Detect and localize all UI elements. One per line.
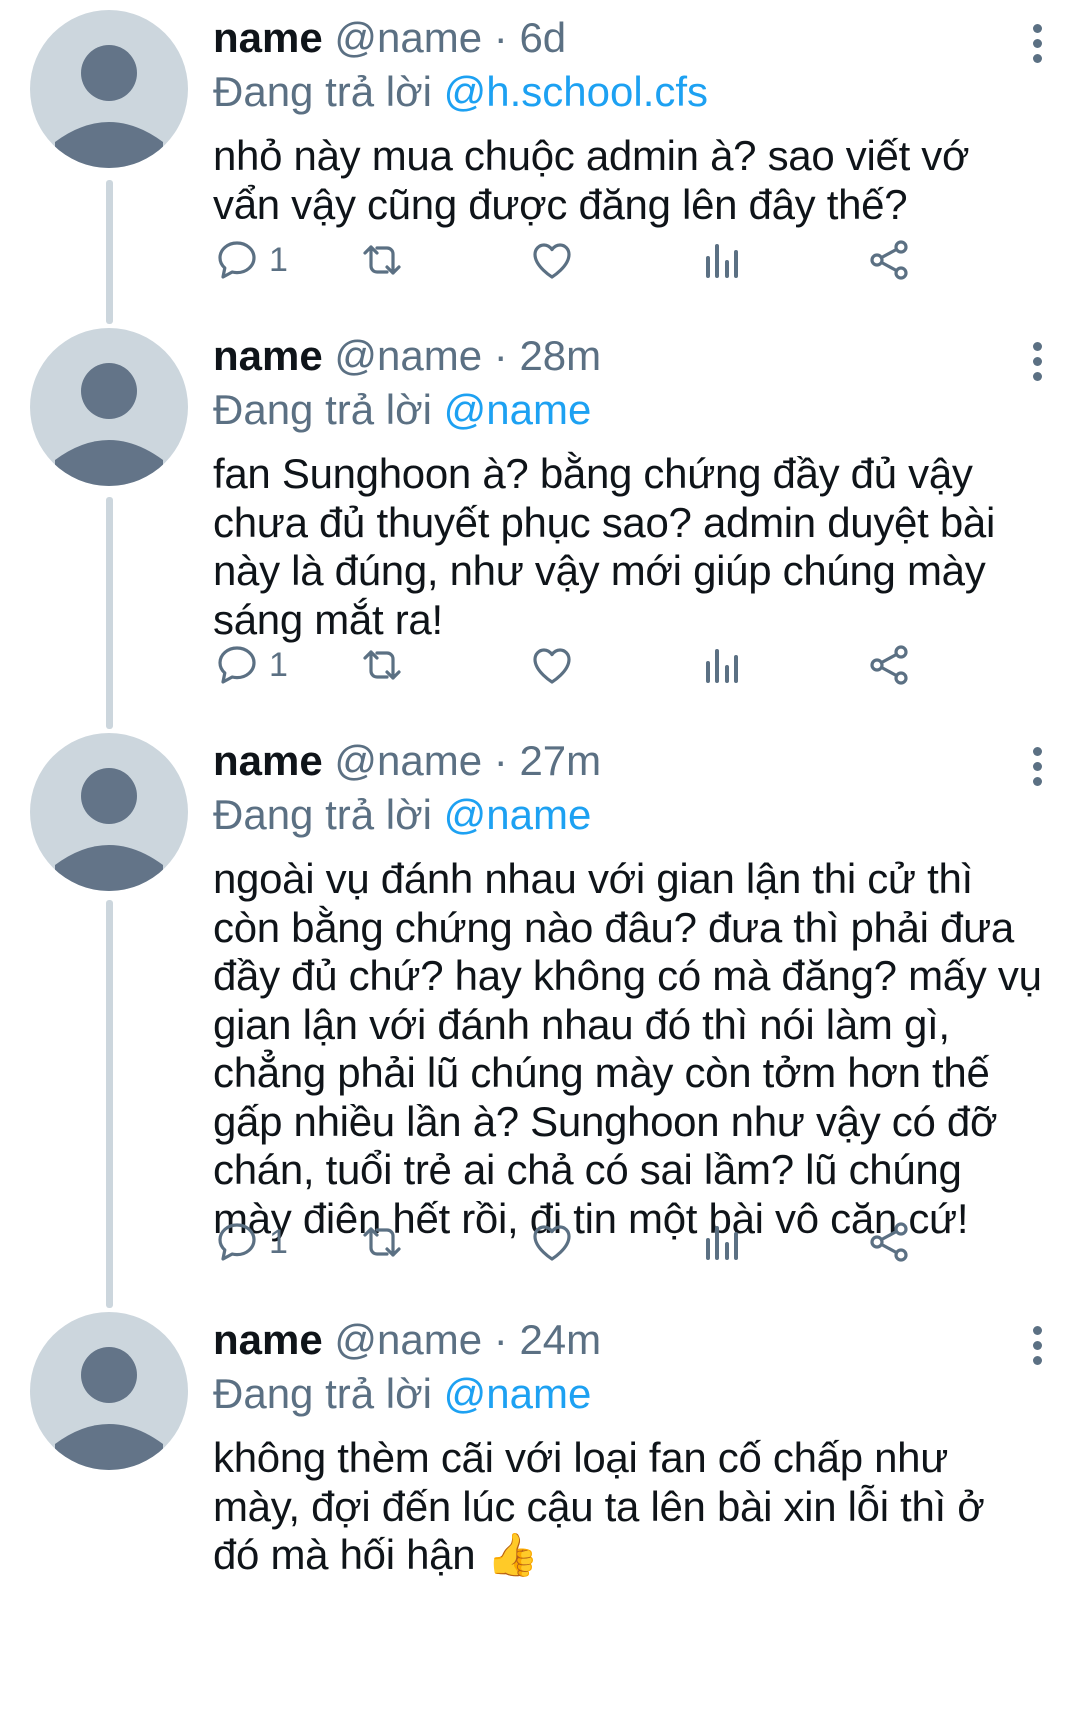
tweet-actions: 1 bbox=[213, 640, 1080, 690]
separator-dot: · bbox=[493, 1316, 508, 1363]
user-handle[interactable]: @name bbox=[334, 1316, 482, 1363]
analytics-button[interactable] bbox=[698, 235, 746, 285]
mention-link[interactable]: @name bbox=[444, 791, 592, 838]
display-name[interactable]: name bbox=[213, 14, 323, 61]
replying-to: Đang trả lời @name bbox=[213, 384, 1050, 436]
display-name[interactable]: name bbox=[213, 332, 323, 379]
more-options-icon[interactable] bbox=[1032, 342, 1042, 382]
analytics-icon bbox=[706, 649, 738, 683]
retweet-button[interactable] bbox=[358, 640, 406, 690]
like-icon bbox=[533, 1225, 571, 1261]
timestamp[interactable]: 27m bbox=[519, 737, 601, 784]
tweet-actions: 1 bbox=[213, 235, 1080, 285]
share-button[interactable] bbox=[865, 235, 913, 285]
user-handle[interactable]: @name bbox=[334, 737, 482, 784]
mention-link[interactable]: @name bbox=[444, 1370, 592, 1417]
separator-dot: · bbox=[493, 14, 508, 61]
replying-to: Đang trả lời @h.school.cfs bbox=[213, 66, 1050, 118]
analytics-button[interactable] bbox=[698, 1217, 746, 1267]
share-button[interactable] bbox=[865, 1217, 913, 1267]
avatar[interactable] bbox=[30, 10, 188, 168]
retweet-icon bbox=[363, 650, 401, 680]
reply-count: 1 bbox=[269, 240, 288, 279]
share-button[interactable] bbox=[865, 640, 913, 690]
reply-count: 1 bbox=[269, 1222, 288, 1261]
replying-label: Đang trả lời bbox=[213, 791, 432, 838]
reply-icon bbox=[218, 646, 256, 684]
mention-link[interactable]: @h.school.cfs bbox=[444, 68, 708, 115]
reply-button[interactable]: 1 bbox=[213, 235, 288, 285]
reply-button[interactable]: 1 bbox=[213, 1217, 288, 1267]
replying-to: Đang trả lời @name bbox=[213, 789, 1050, 841]
timestamp[interactable]: 28m bbox=[519, 332, 601, 379]
timestamp[interactable]: 6d bbox=[519, 14, 566, 61]
more-options-icon[interactable] bbox=[1032, 1326, 1042, 1366]
tweet-text: nhỏ này mua chuộc admin à? sao viết vớ v… bbox=[213, 132, 970, 228]
avatar[interactable] bbox=[30, 328, 188, 486]
tweet-header: name @name · 28m bbox=[213, 328, 1050, 384]
like-button[interactable] bbox=[528, 1217, 576, 1267]
reply-button[interactable]: 1 bbox=[213, 640, 288, 690]
default-avatar-icon bbox=[55, 45, 163, 168]
mention-link[interactable]: @name bbox=[444, 386, 592, 433]
reply-icon bbox=[218, 1223, 256, 1261]
avatar[interactable] bbox=[30, 1312, 188, 1470]
default-avatar-icon bbox=[55, 1347, 163, 1470]
avatar[interactable] bbox=[30, 733, 188, 891]
display-name[interactable]: name bbox=[213, 1316, 323, 1363]
like-button[interactable] bbox=[528, 640, 576, 690]
retweet-button[interactable] bbox=[358, 235, 406, 285]
tweet-header: name @name · 27m bbox=[213, 733, 1050, 789]
thread-line bbox=[106, 497, 113, 729]
retweet-button[interactable] bbox=[358, 1217, 406, 1267]
tweet-header: name @name · 24m bbox=[213, 1312, 1050, 1368]
user-handle[interactable]: @name bbox=[334, 332, 482, 379]
replying-label: Đang trả lời bbox=[213, 1370, 432, 1417]
share-icon bbox=[870, 1222, 908, 1262]
thread-line bbox=[106, 900, 113, 1308]
replying-label: Đang trả lời bbox=[213, 386, 432, 433]
retweet-icon bbox=[363, 245, 401, 275]
default-avatar-icon bbox=[55, 768, 163, 891]
tweet-header: name @name · 6d bbox=[213, 10, 1050, 66]
share-icon bbox=[870, 240, 908, 280]
display-name[interactable]: name bbox=[213, 737, 323, 784]
retweet-icon bbox=[363, 1227, 401, 1257]
more-options-icon[interactable] bbox=[1032, 24, 1042, 64]
separator-dot: · bbox=[493, 737, 508, 784]
default-avatar-icon bbox=[55, 363, 163, 486]
tweet-text: không thèm cãi với loại fan cố chấp như … bbox=[213, 1434, 985, 1578]
replying-to: Đang trả lời @name bbox=[213, 1368, 1050, 1420]
reply-count: 1 bbox=[269, 645, 288, 684]
more-options-icon[interactable] bbox=[1032, 747, 1042, 787]
user-handle[interactable]: @name bbox=[334, 14, 482, 61]
share-icon bbox=[870, 645, 908, 685]
like-button[interactable] bbox=[528, 235, 576, 285]
replying-label: Đang trả lời bbox=[213, 68, 432, 115]
analytics-icon bbox=[706, 1226, 738, 1260]
tweet-text: ngoài vụ đánh nhau với gian lận thi cử t… bbox=[213, 855, 1042, 1242]
thread-line bbox=[106, 180, 113, 324]
like-icon bbox=[533, 243, 571, 279]
analytics-icon bbox=[706, 244, 738, 278]
reply-icon bbox=[218, 241, 256, 279]
like-icon bbox=[533, 648, 571, 684]
timestamp[interactable]: 24m bbox=[519, 1316, 601, 1363]
tweet-actions: 1 bbox=[213, 1217, 1080, 1267]
separator-dot: · bbox=[493, 332, 508, 379]
analytics-button[interactable] bbox=[698, 640, 746, 690]
tweet-text: fan Sunghoon à? bằng chứng đầy đủ vậy ch… bbox=[213, 450, 995, 643]
